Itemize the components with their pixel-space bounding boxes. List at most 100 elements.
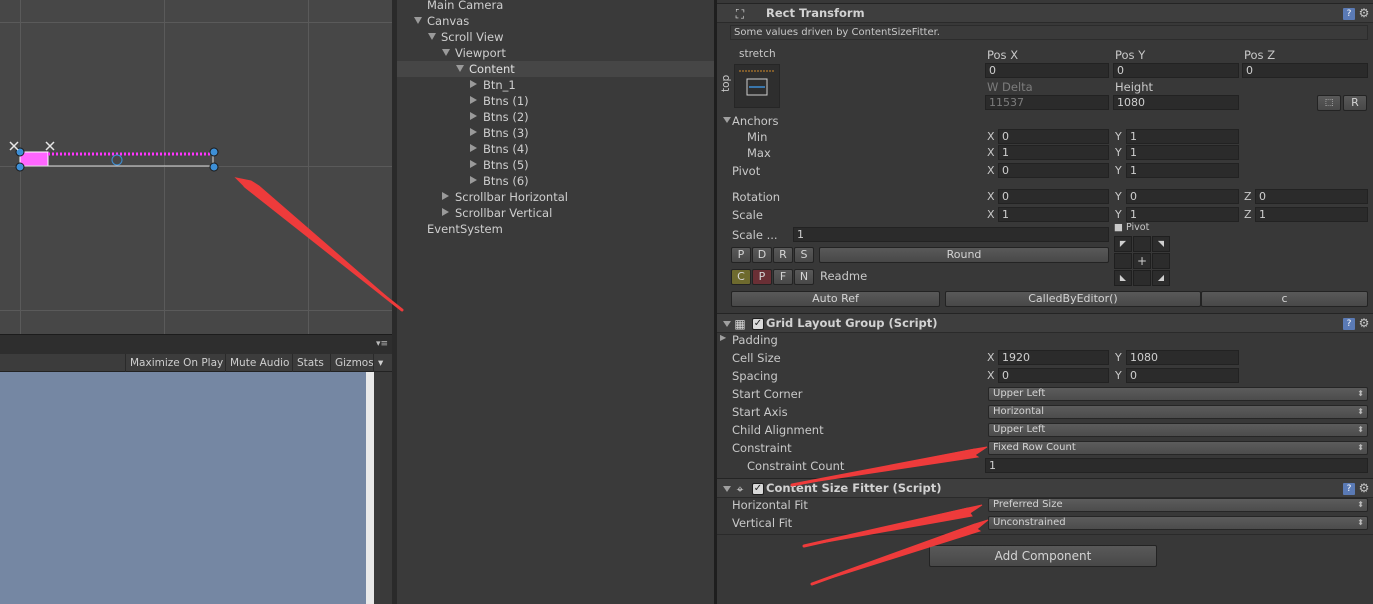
- help-icon[interactable]: ?: [1343, 483, 1355, 495]
- collapse-arrow-icon[interactable]: [442, 208, 449, 216]
- child-alignment-dropdown[interactable]: Upper Left ⬍: [988, 423, 1368, 437]
- hierarchy-item[interactable]: Btns (6): [397, 173, 714, 189]
- fold-icon[interactable]: [723, 486, 731, 492]
- uniform-scale-field[interactable]: 1: [793, 227, 1109, 242]
- expand-arrow-icon[interactable]: [414, 17, 422, 24]
- anchor-min-y-field[interactable]: 1: [1126, 129, 1239, 144]
- grid-layout-enabled-checkbox[interactable]: ✓: [752, 318, 764, 330]
- gear-icon[interactable]: ⚙: [1357, 481, 1371, 495]
- mute-audio-button[interactable]: Mute Audio: [225, 354, 293, 372]
- pivot-bottom-right[interactable]: ◢: [1152, 270, 1170, 286]
- rect-gizmo[interactable]: [0, 0, 392, 334]
- pivot-left[interactable]: [1114, 253, 1132, 269]
- scale-x-field[interactable]: 1: [998, 207, 1109, 222]
- maximize-on-play-button[interactable]: Maximize On Play: [125, 354, 227, 372]
- game-view[interactable]: [0, 372, 366, 604]
- p-button[interactable]: P: [731, 247, 751, 263]
- collapse-arrow-icon[interactable]: [470, 96, 477, 104]
- collapse-arrow-icon[interactable]: [470, 112, 477, 120]
- pos-z-field[interactable]: 0: [1242, 63, 1368, 78]
- hierarchy-item[interactable]: Main Camera: [397, 0, 714, 13]
- padding-label[interactable]: Padding: [732, 333, 778, 347]
- constraint-count-field[interactable]: 1: [985, 458, 1368, 473]
- collapse-arrow-icon[interactable]: [470, 144, 477, 152]
- hierarchy-item[interactable]: Content: [397, 61, 714, 77]
- round-button[interactable]: Round: [819, 247, 1109, 263]
- pos-x-field[interactable]: 0: [985, 63, 1109, 78]
- expand-arrow-icon[interactable]: [456, 65, 464, 72]
- horizontal-fit-dropdown[interactable]: Preferred Size ⬍: [988, 498, 1368, 512]
- pivot-bottom[interactable]: [1133, 270, 1151, 286]
- c-action-button[interactable]: c: [1201, 291, 1368, 307]
- pivot-selector[interactable]: ◤ ◥ + ◣ ◢: [1114, 236, 1171, 286]
- pivot-top-right[interactable]: ◥: [1152, 236, 1170, 252]
- collapse-arrow-icon[interactable]: [470, 128, 477, 136]
- collapse-arrow-icon[interactable]: [470, 80, 477, 88]
- rotation-y-field[interactable]: 0: [1126, 189, 1239, 204]
- pivot-bottom-left[interactable]: ◣: [1114, 270, 1132, 286]
- raw-edit-button[interactable]: R: [1343, 95, 1367, 111]
- grid-layout-group-header[interactable]: ▦ ✓ Grid Layout Group (Script) ? ⚙: [717, 313, 1373, 333]
- stats-button[interactable]: Stats: [292, 354, 328, 372]
- called-by-editor-button[interactable]: CalledByEditor(): [945, 291, 1201, 307]
- gear-icon[interactable]: ⚙: [1357, 6, 1371, 20]
- pivot-right[interactable]: [1152, 253, 1170, 269]
- game-view-scrollbar[interactable]: [366, 372, 374, 604]
- hierarchy-item[interactable]: Btns (4): [397, 141, 714, 157]
- hierarchy-item[interactable]: Canvas: [397, 13, 714, 29]
- c-button[interactable]: C: [731, 269, 751, 285]
- hierarchy-item[interactable]: Btns (3): [397, 125, 714, 141]
- anchors-label[interactable]: Anchors: [732, 114, 779, 128]
- anchor-min-x-field[interactable]: 0: [998, 129, 1109, 144]
- cell-size-y-field[interactable]: 1080: [1126, 350, 1239, 365]
- rotation-z-field[interactable]: 0: [1255, 189, 1368, 204]
- s-button[interactable]: S: [794, 247, 814, 263]
- hierarchy-item[interactable]: EventSystem: [397, 221, 714, 237]
- spacing-x-field[interactable]: 0: [998, 368, 1109, 383]
- hierarchy-item[interactable]: Scrollbar Vertical: [397, 205, 714, 221]
- r-button[interactable]: R: [773, 247, 793, 263]
- scene-view[interactable]: [0, 0, 392, 334]
- pivot-top[interactable]: [1133, 236, 1151, 252]
- hierarchy-item[interactable]: Btn_1: [397, 77, 714, 93]
- anchor-max-x-field[interactable]: 1: [998, 145, 1109, 160]
- anchor-max-y-field[interactable]: 1: [1126, 145, 1239, 160]
- help-icon[interactable]: ?: [1343, 8, 1355, 20]
- start-axis-dropdown[interactable]: Horizontal ⬍: [988, 405, 1368, 419]
- pivot-y-field[interactable]: 1: [1126, 163, 1239, 178]
- fold-icon[interactable]: [723, 321, 731, 327]
- content-size-fitter-enabled-checkbox[interactable]: ✓: [752, 483, 764, 495]
- collapse-arrow-icon[interactable]: [470, 160, 477, 168]
- pivot-top-left[interactable]: ◤: [1114, 236, 1132, 252]
- expand-arrow-icon[interactable]: [442, 49, 450, 56]
- cell-size-x-field[interactable]: 1920: [998, 350, 1109, 365]
- anchor-presets-button[interactable]: [734, 64, 780, 108]
- hierarchy-item[interactable]: Btns (5): [397, 157, 714, 173]
- expand-arrow-icon[interactable]: [428, 33, 436, 40]
- panel-menu-icon[interactable]: ▾≡: [376, 339, 388, 349]
- pivot-center[interactable]: +: [1133, 253, 1151, 269]
- hierarchy-item[interactable]: Viewport: [397, 45, 714, 61]
- scale-y-field[interactable]: 1: [1126, 207, 1239, 222]
- padding-fold-icon[interactable]: ▶: [720, 333, 726, 342]
- d-button[interactable]: D: [752, 247, 772, 263]
- rotation-x-field[interactable]: 0: [998, 189, 1109, 204]
- content-size-fitter-header[interactable]: ⌖ ✓ Content Size Fitter (Script) ? ⚙: [717, 478, 1373, 498]
- collapse-arrow-icon[interactable]: [470, 176, 477, 184]
- rect-transform-header[interactable]: ⛶ Rect Transform ? ⚙: [717, 3, 1373, 23]
- auto-ref-button[interactable]: Auto Ref: [731, 291, 940, 307]
- p-toggle-button[interactable]: P: [752, 269, 772, 285]
- hierarchy-item[interactable]: Scrollbar Horizontal: [397, 189, 714, 205]
- pivot-x-field[interactable]: 0: [998, 163, 1109, 178]
- add-component-button[interactable]: Add Component: [929, 545, 1157, 567]
- scale-z-field[interactable]: 1: [1255, 207, 1368, 222]
- gizmos-dropdown-icon[interactable]: ▾: [373, 354, 387, 372]
- hierarchy-item[interactable]: Btns (2): [397, 109, 714, 125]
- readme-label[interactable]: Readme: [820, 269, 867, 283]
- gear-icon[interactable]: ⚙: [1357, 316, 1371, 330]
- height-field[interactable]: 1080: [1113, 95, 1239, 110]
- gizmos-button[interactable]: Gizmos: [330, 354, 378, 372]
- f-button[interactable]: F: [773, 269, 793, 285]
- anchors-fold-icon[interactable]: [723, 117, 731, 123]
- start-corner-dropdown[interactable]: Upper Left ⬍: [988, 387, 1368, 401]
